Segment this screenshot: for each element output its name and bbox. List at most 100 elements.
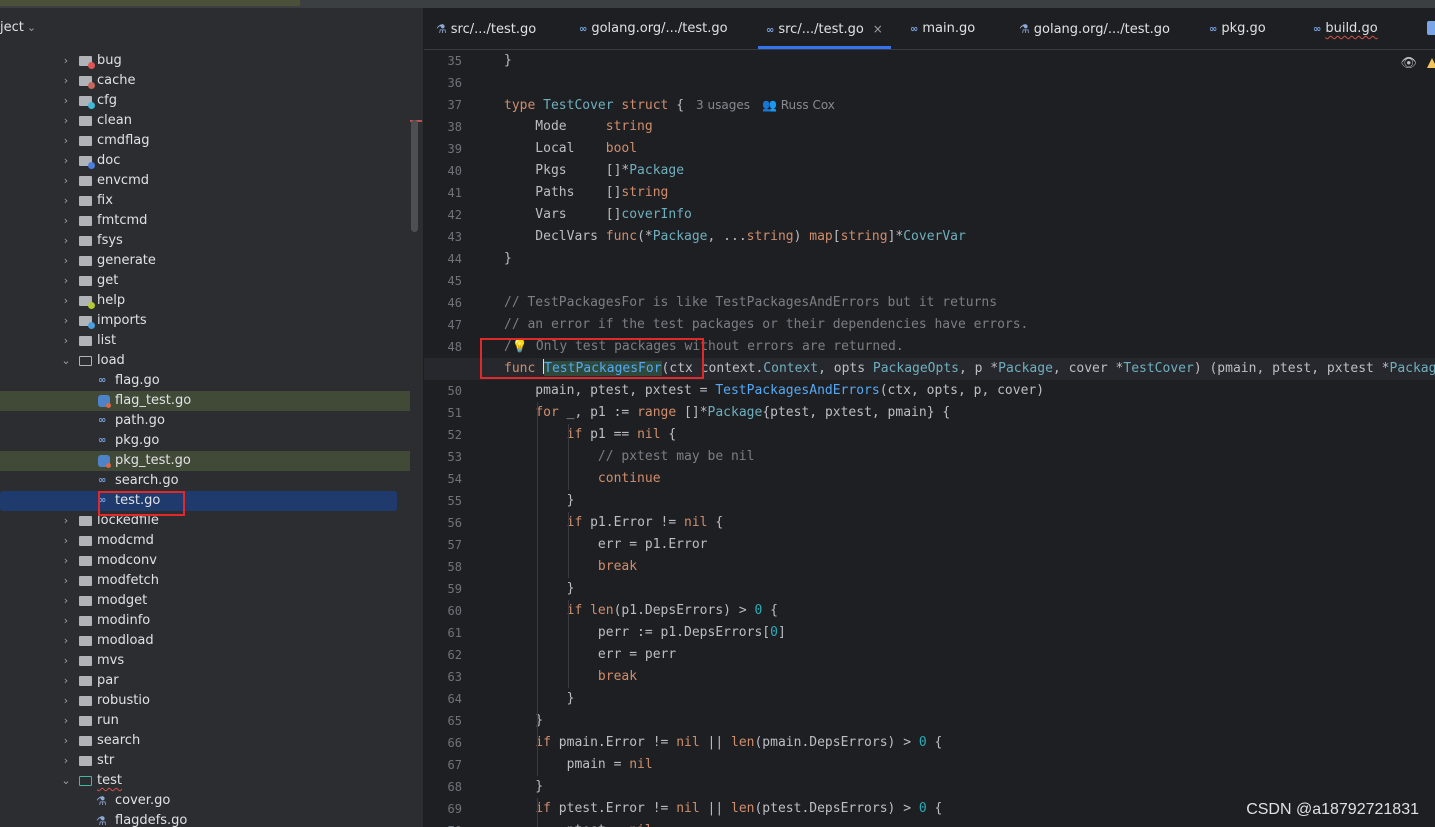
tree-item[interactable]: ∞ test.go	[0, 491, 397, 511]
lightbulb-icon[interactable]: 💡	[512, 339, 528, 354]
chevron-right-icon[interactable]: ›	[60, 331, 72, 351]
tree-item[interactable]: ∞ flag.go	[0, 371, 410, 391]
tree-item[interactable]: › modconv	[0, 551, 410, 571]
chevron-right-icon[interactable]: ›	[60, 231, 72, 251]
code-line[interactable]: pmain, ptest, pxtest = TestPackagesAndEr…	[504, 380, 1435, 402]
tree-item[interactable]: ⌄ load	[0, 351, 410, 371]
code-line[interactable]: Vars []coverInfo	[504, 204, 1435, 226]
tab-overflow-icon[interactable]	[1427, 21, 1435, 35]
code-line[interactable]	[504, 270, 1435, 292]
chevron-right-icon[interactable]: ›	[60, 551, 72, 571]
editor-tab[interactable]: ∞ src/.../test.go ×	[758, 8, 891, 49]
editor-tab[interactable]: ⚗ golang.org/.../test.go	[1011, 8, 1178, 49]
tree-item[interactable]: › cmdflag	[0, 131, 410, 151]
chevron-right-icon[interactable]: ›	[60, 571, 72, 591]
code-line[interactable]: continue	[504, 468, 1435, 490]
code-line[interactable]	[504, 72, 1435, 94]
code-line[interactable]: pmain = nil	[504, 754, 1435, 776]
code-line[interactable]: DeclVars func(*Package, ...string) map[s…	[504, 226, 1435, 248]
tree-item[interactable]: › doc	[0, 151, 410, 171]
tree-item[interactable]: › help	[0, 291, 410, 311]
chevron-right-icon[interactable]: ›	[60, 291, 72, 311]
sidebar-scrollbar[interactable]	[411, 120, 418, 232]
tree-item[interactable]: flag_test.go	[0, 391, 410, 411]
editor-tab[interactable]: ∞ golang.org/.../test.go	[571, 8, 736, 49]
tree-item[interactable]: › cfg	[0, 91, 410, 111]
code-line[interactable]: }	[504, 248, 1435, 270]
tree-item[interactable]: ∞ search.go	[0, 471, 410, 491]
tree-item[interactable]: › modcmd	[0, 531, 410, 551]
usages-hint[interactable]: 3 usages	[696, 98, 750, 112]
tree-item[interactable]: › clean	[0, 111, 410, 131]
tree-item[interactable]: › par	[0, 671, 410, 691]
code-line[interactable]: func TestPackagesFor(ctx context.Context…	[424, 358, 1435, 380]
chevron-right-icon[interactable]: ›	[60, 91, 72, 111]
tree-item[interactable]: › mvs	[0, 651, 410, 671]
code-line[interactable]: Pkgs []*Package	[504, 160, 1435, 182]
chevron-right-icon[interactable]: ›	[60, 651, 72, 671]
editor-tab[interactable]: ∞ build.go	[1305, 8, 1386, 49]
code-line[interactable]: type TestCover struct {3 usages 👥 Russ Co…	[504, 94, 1435, 116]
tree-item[interactable]: ⚗ cover.go	[0, 791, 410, 811]
tree-item[interactable]: › fmtcmd	[0, 211, 410, 231]
tree-item[interactable]: › fsys	[0, 231, 410, 251]
code-line[interactable]: for _, p1 := range []*Package{ptest, pxt…	[504, 402, 1435, 424]
chevron-right-icon[interactable]: ›	[60, 531, 72, 551]
tree-item[interactable]: › cache	[0, 71, 410, 91]
tree-item[interactable]: › list	[0, 331, 410, 351]
editor-tab[interactable]: ∞ main.go	[902, 8, 983, 49]
tree-item[interactable]: › fix	[0, 191, 410, 211]
code-line[interactable]: /💡 Only test packages without errors are…	[504, 336, 1435, 358]
tree-item[interactable]: pkg_test.go	[0, 451, 410, 471]
chevron-right-icon[interactable]: ›	[60, 111, 72, 131]
code-line[interactable]: ptest = nil	[504, 820, 1435, 827]
reader-mode-eye-icon[interactable]: 👁	[1400, 56, 1417, 71]
tree-item[interactable]: ∞ path.go	[0, 411, 410, 431]
tree-item[interactable]: › imports	[0, 311, 410, 331]
tree-item[interactable]: ⚗ flagdefs.go	[0, 811, 410, 827]
code-line[interactable]: if p1.Error != nil {	[504, 512, 1435, 534]
code-line[interactable]: break	[504, 556, 1435, 578]
tree-item[interactable]: › lockedfile	[0, 511, 410, 531]
chevron-right-icon[interactable]: ›	[60, 611, 72, 631]
code-area[interactable]: } type TestCover struct {3 usages 👥 Russ C…	[424, 50, 1435, 827]
code-line[interactable]: if pmain.Error != nil || len(pmain.DepsE…	[504, 732, 1435, 754]
code-line[interactable]: // TestPackagesFor is like TestPackagesA…	[504, 292, 1435, 314]
tree-item[interactable]: › envcmd	[0, 171, 410, 191]
code-line[interactable]: Local bool	[504, 138, 1435, 160]
chevron-right-icon[interactable]: ›	[60, 171, 72, 191]
chevron-right-icon[interactable]: ›	[60, 691, 72, 711]
tree-item[interactable]: › bug	[0, 51, 410, 71]
code-line[interactable]: err = p1.Error	[504, 534, 1435, 556]
author-hint[interactable]: 👥 Russ Cox	[762, 98, 835, 112]
chevron-right-icon[interactable]: ›	[60, 711, 72, 731]
chevron-right-icon[interactable]: ›	[60, 71, 72, 91]
chevron-right-icon[interactable]: ›	[60, 631, 72, 651]
chevron-right-icon[interactable]: ›	[60, 751, 72, 771]
chevron-right-icon[interactable]: ›	[60, 211, 72, 231]
code-line[interactable]: Paths []string	[504, 182, 1435, 204]
tree-item[interactable]: › modinfo	[0, 611, 410, 631]
chevron-right-icon[interactable]: ›	[60, 131, 72, 151]
chevron-right-icon[interactable]: ›	[60, 151, 72, 171]
code-line[interactable]: }	[504, 776, 1435, 798]
code-line[interactable]: // an error if the test packages or thei…	[504, 314, 1435, 336]
code-line[interactable]: // pxtest may be nil	[504, 446, 1435, 468]
chevron-right-icon[interactable]: ›	[60, 251, 72, 271]
tree-item[interactable]: › generate	[0, 251, 410, 271]
tree-item[interactable]: › modget	[0, 591, 410, 611]
editor-tab[interactable]: ∞ pkg.go	[1201, 8, 1274, 49]
chevron-right-icon[interactable]: ›	[60, 511, 72, 531]
chevron-right-icon[interactable]: ›	[60, 671, 72, 691]
code-line[interactable]: if len(p1.DepsErrors) > 0 {	[504, 600, 1435, 622]
code-line[interactable]: }	[504, 490, 1435, 512]
code-line[interactable]: break	[504, 666, 1435, 688]
tree-item[interactable]: › search	[0, 731, 410, 751]
code-line[interactable]: }	[504, 50, 1435, 72]
warning-icon[interactable]	[1427, 58, 1435, 68]
code-line[interactable]: }	[504, 710, 1435, 732]
tree-item[interactable]: › get	[0, 271, 410, 291]
tree-item[interactable]: › str	[0, 751, 410, 771]
chevron-right-icon[interactable]: ›	[60, 191, 72, 211]
chevron-down-icon[interactable]: ⌄	[60, 771, 72, 791]
